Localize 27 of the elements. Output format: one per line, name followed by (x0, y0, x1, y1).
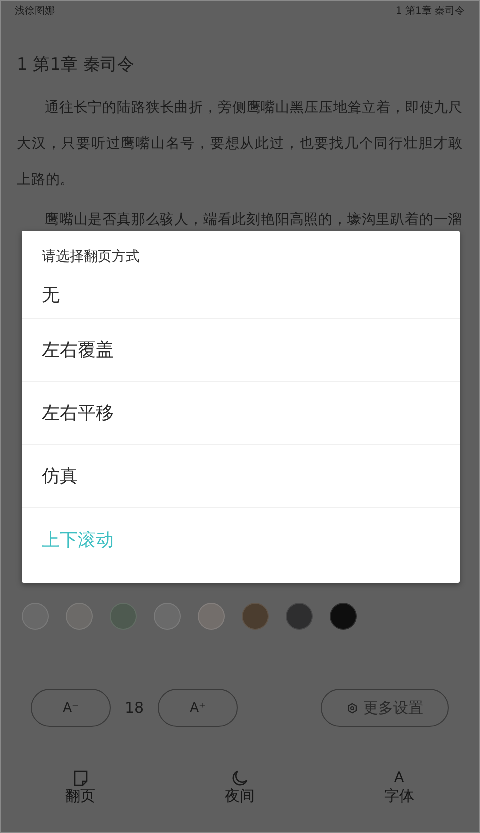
background-swatch[interactable] (22, 603, 49, 630)
page-turn-option[interactable]: 左右平移 (22, 382, 460, 445)
page-turn-option[interactable]: 仿真 (22, 445, 460, 508)
background-swatch[interactable] (330, 603, 357, 630)
dialog-title: 请选择翻页方式 (41, 248, 141, 267)
book-title: 浅徐图娜 (15, 4, 55, 18)
gear-icon (346, 702, 358, 714)
background-swatch[interactable] (286, 603, 313, 630)
background-swatch[interactable] (66, 603, 93, 630)
font-size-value: 18 (124, 699, 146, 717)
nav-tab[interactable]: 夜间 (180, 770, 300, 806)
background-swatch[interactable] (154, 603, 181, 630)
background-swatch[interactable] (242, 603, 269, 630)
nav-tab[interactable]: A 字体 (339, 770, 460, 806)
chapter-name: 1 第1章 秦司令 (396, 4, 465, 18)
increase-font-button[interactable]: A⁺ (158, 689, 238, 727)
page-turn-option[interactable]: 上下滚动 (22, 508, 460, 571)
nav-tab[interactable]: 翻页 (20, 770, 141, 806)
paragraph: 鹰嘴山是否真那么骇人，端看此刻艳阳高照的，壕沟里趴着的一溜 (44, 211, 463, 230)
decrease-font-button[interactable]: A⁻ (31, 689, 111, 727)
background-swatch[interactable] (198, 603, 225, 630)
page-turn-option[interactable]: 左右覆盖 (22, 319, 460, 382)
paragraph: 通往长宁的陆路狭长曲折，旁侧鹰嘴山黑压压地耸立着，即使九尺大汉，只要听过鹰嘴山名号，要想从此过，也要找几个同行壮胆才敢上路的。 (17, 99, 463, 190)
page-icon (72, 770, 89, 787)
moon-icon (232, 770, 248, 787)
chapter-title: 1 第1章 秦司令 (17, 54, 136, 76)
page-turn-option[interactable]: 无 (22, 272, 460, 319)
